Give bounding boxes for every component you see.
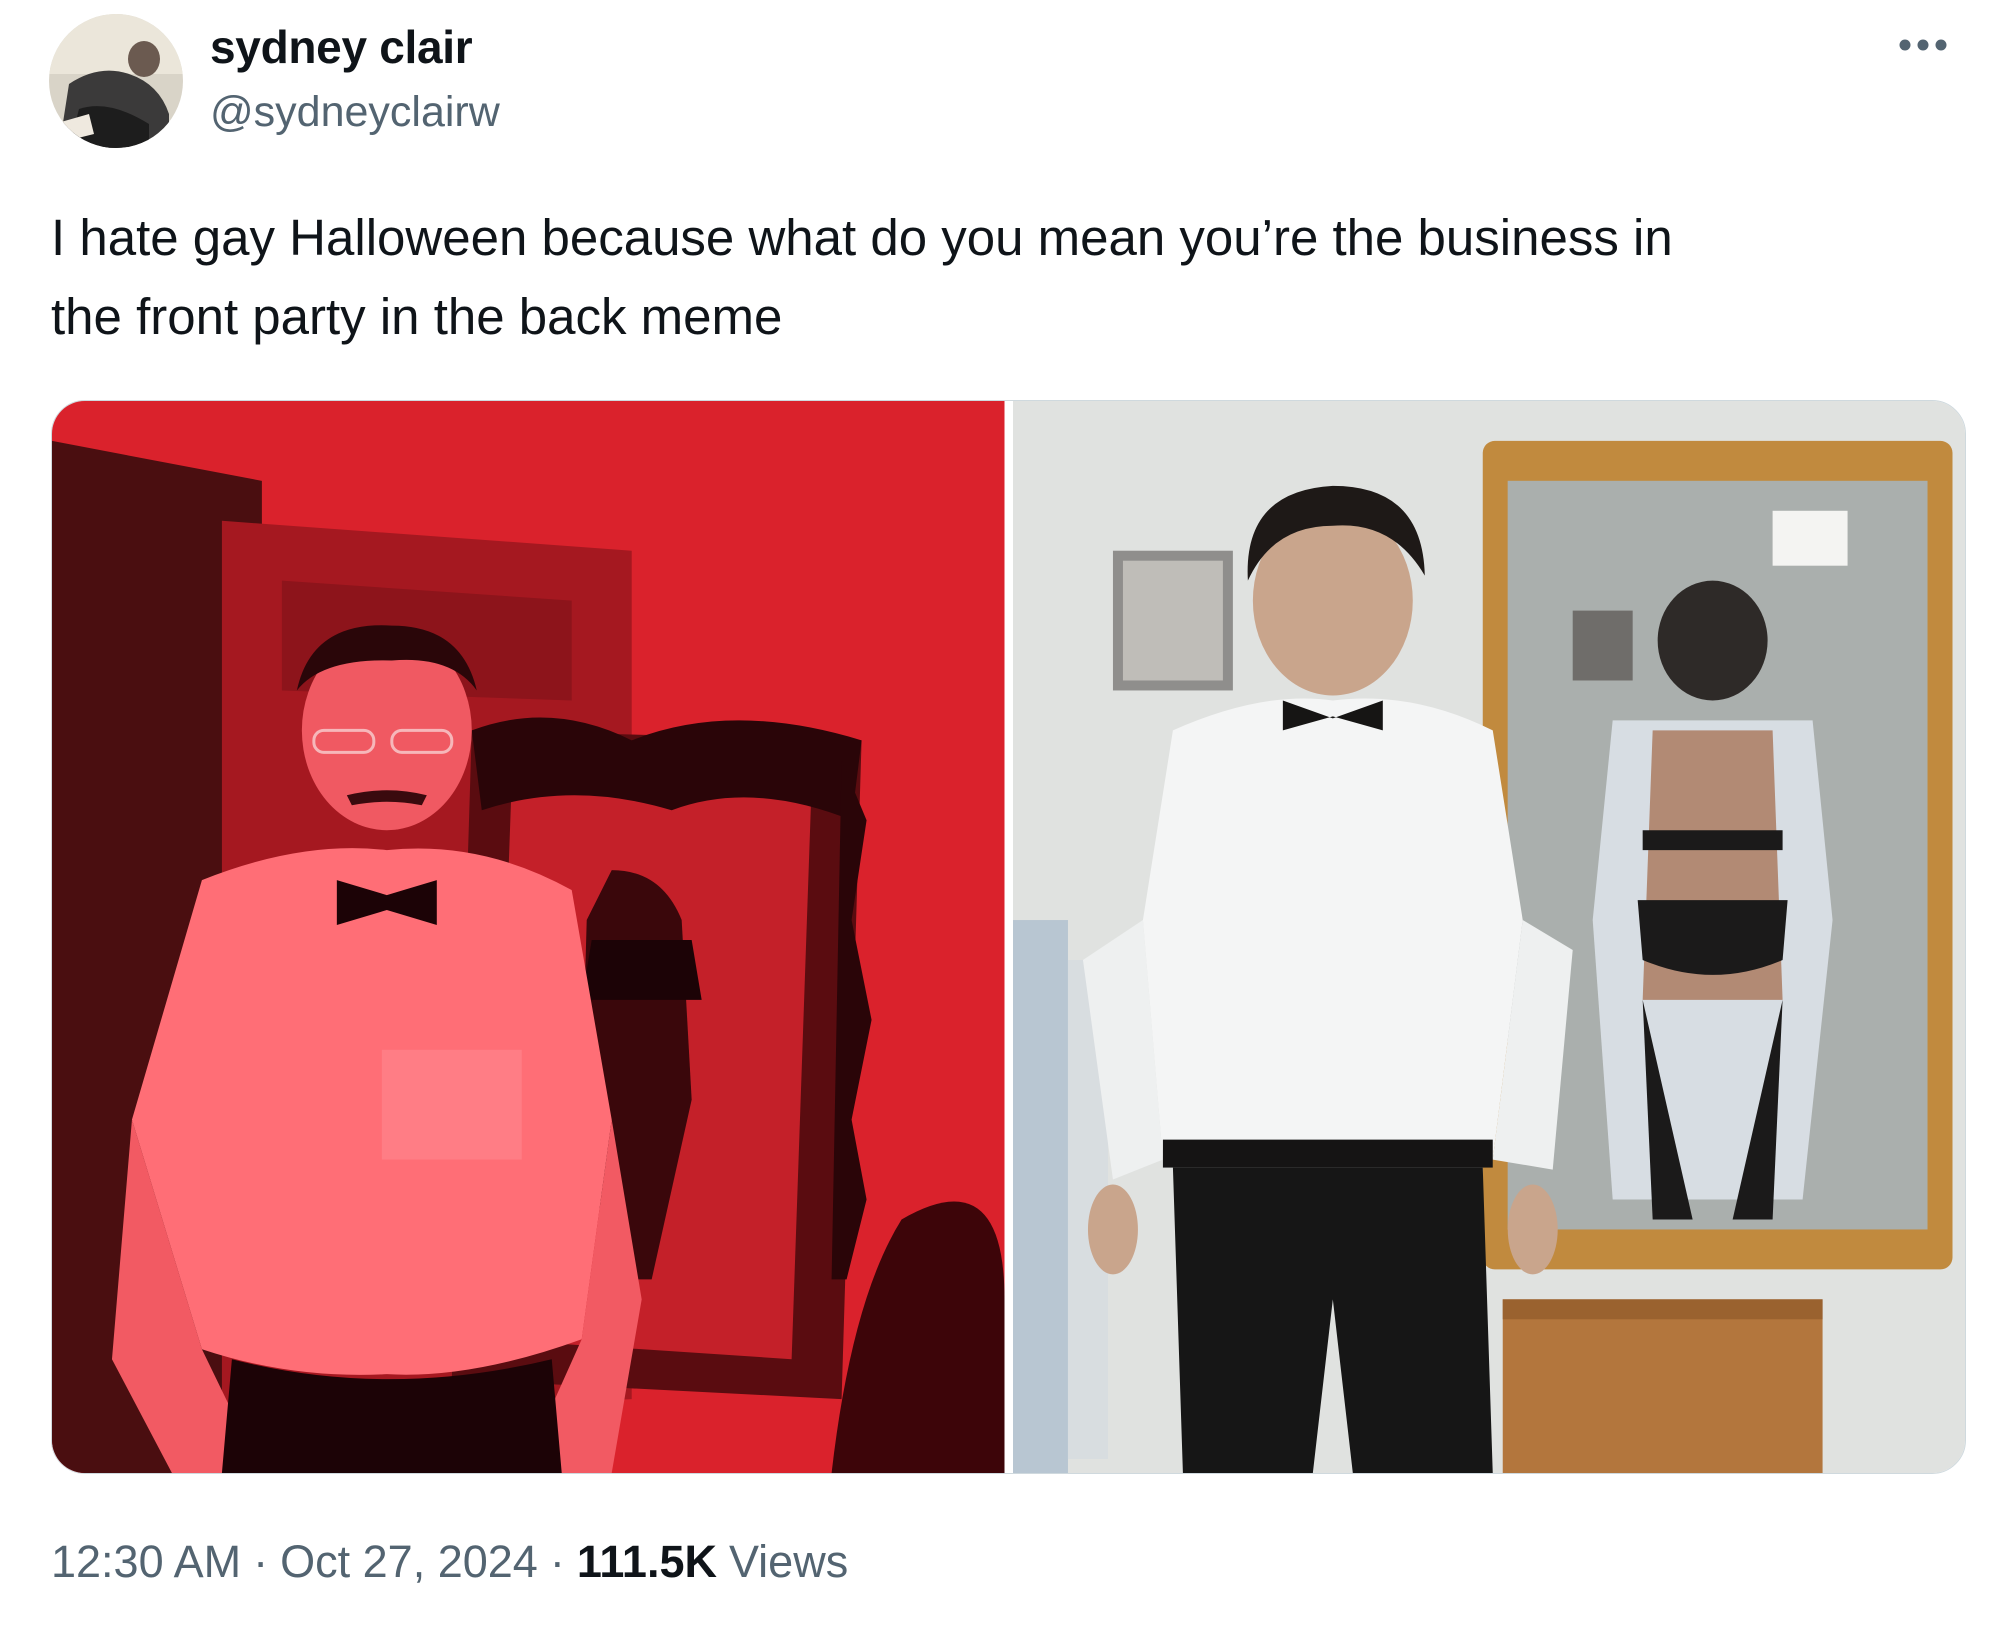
tweet-time[interactable]: 12:30 AM [51, 1536, 241, 1588]
mirror-tuxedo-photo [1012, 401, 1965, 1473]
more-button[interactable] [1888, 20, 1958, 70]
views-count[interactable]: 111.5K [577, 1536, 717, 1588]
tweet-meta: 12:30 AM · Oct 27, 2024 · 111.5K Views [51, 1536, 848, 1588]
media-grid [51, 400, 1966, 1474]
meta-separator: · [549, 1536, 565, 1587]
avatar-image [49, 14, 183, 148]
media-photo-left[interactable] [52, 401, 1005, 1473]
tweet-date[interactable]: Oct 27, 2024 [280, 1536, 538, 1588]
red-room-photo [52, 401, 1005, 1473]
media-photo-right[interactable] [1012, 401, 1965, 1473]
tweet-text: I hate gay Halloween because what do you… [51, 209, 1673, 345]
user-handle[interactable]: @sydneyclairw [210, 88, 500, 137]
display-name[interactable]: sydney clair [210, 20, 473, 74]
more-horizontal-icon [1899, 39, 1947, 51]
avatar[interactable] [49, 14, 183, 148]
meta-separator: · [253, 1536, 269, 1587]
views-label: Views [728, 1536, 849, 1587]
